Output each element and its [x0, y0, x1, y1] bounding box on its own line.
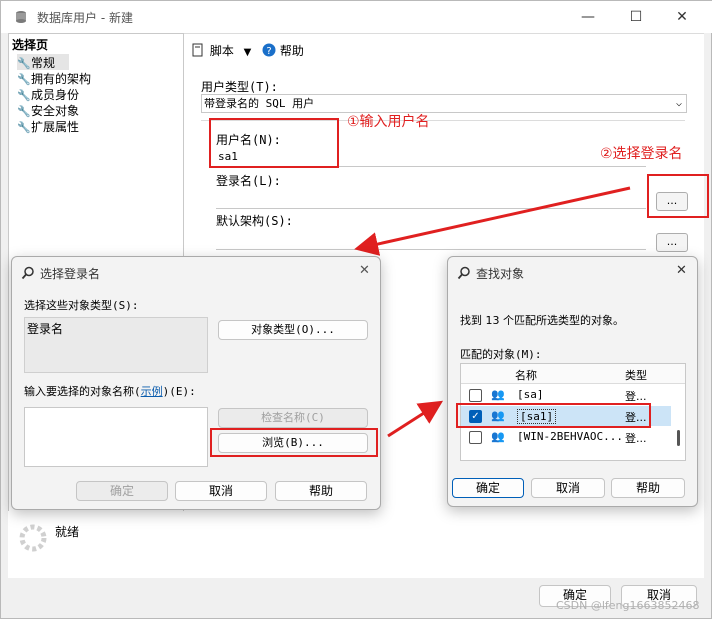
annotation-box-browse [210, 428, 378, 457]
column-name-header[interactable]: 名称 [515, 367, 537, 383]
select-login-ok-button[interactable]: 确定 [76, 481, 168, 501]
table-row[interactable]: 👥 [WIN-2BEHVAOC... 登... [461, 427, 675, 447]
annotation-box-sa1 [456, 403, 651, 428]
object-types-box: 登录名 [24, 317, 208, 373]
row-type: 登... [625, 390, 647, 403]
scrollbar-thumb[interactable] [677, 430, 680, 446]
close-icon[interactable]: ✕ [676, 263, 687, 278]
object-names-label: 输入要选择的对象名称(示例)(E): [24, 385, 196, 398]
find-objects-title: 查找对象 [476, 267, 525, 281]
find-objects-cancel-button[interactable]: 取消 [531, 478, 605, 498]
check-names-button[interactable]: 检查名称(C) [218, 408, 368, 428]
select-login-title: 选择登录名 [40, 267, 101, 281]
login-user-icon: 👥 [491, 388, 505, 401]
close-icon[interactable]: ✕ [359, 263, 370, 278]
row-checkbox[interactable] [469, 431, 482, 444]
grid-header: 名称 类型 [461, 364, 685, 384]
select-login-help-button[interactable]: 帮助 [275, 481, 367, 501]
find-objects-help-button[interactable]: 帮助 [611, 478, 685, 498]
arrow-to-find-objects [387, 400, 444, 438]
column-type-header[interactable]: 类型 [625, 367, 647, 383]
select-login-dialog: 选择登录名 ✕ 选择这些对象类型(S): 登录名 对象类型(O)... 输入要选… [11, 256, 381, 510]
search-icon [21, 266, 34, 280]
row-type: 登... [625, 432, 647, 445]
object-types-label: 选择这些对象类型(S): [24, 299, 139, 312]
find-objects-dialog: 查找对象 ✕ 找到 13 个匹配所选类型的对象。 匹配的对象(M): 名称 类型… [447, 256, 698, 507]
table-row[interactable]: 👥 [sa] 登... [461, 385, 675, 405]
found-count-text: 找到 13 个匹配所选类型的对象。 [460, 314, 624, 327]
select-login-cancel-button[interactable]: 取消 [175, 481, 267, 501]
row-name: [WIN-2BEHVAOC... [517, 430, 623, 443]
object-names-input[interactable] [24, 407, 208, 467]
examples-link[interactable]: 示例 [141, 385, 163, 398]
row-name: [sa] [517, 388, 544, 401]
login-user-icon: 👥 [491, 430, 505, 443]
matched-objects-label: 匹配的对象(M): [460, 348, 542, 361]
row-checkbox[interactable] [469, 389, 482, 402]
object-type-value: 登录名 [27, 322, 64, 336]
object-types-button[interactable]: 对象类型(O)... [218, 320, 368, 340]
find-objects-ok-button[interactable]: 确定 [452, 478, 524, 498]
arrow-to-select-login [354, 186, 631, 256]
search-icon [457, 266, 470, 280]
